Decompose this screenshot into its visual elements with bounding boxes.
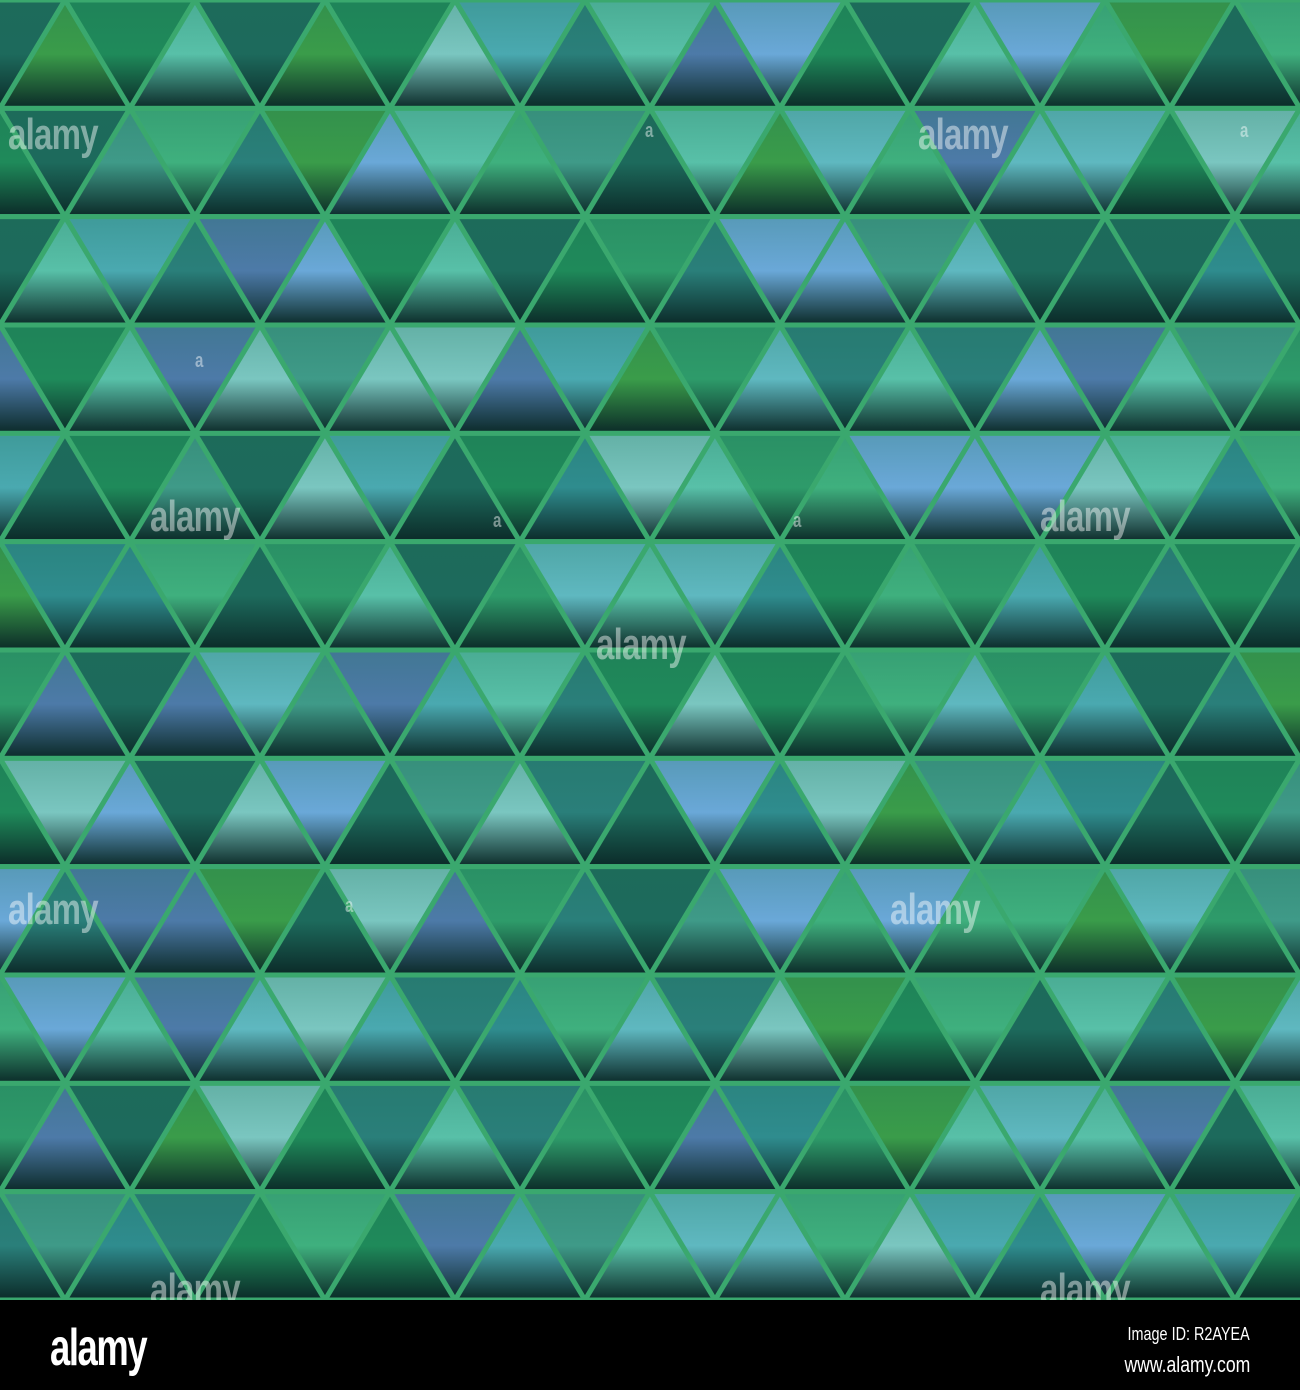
alamy-logo: alamy (50, 1319, 148, 1377)
watermark-small: a (195, 350, 203, 372)
watermark: alamy (918, 110, 1009, 159)
watermark: alamy (596, 620, 687, 669)
watermark: alamy (890, 885, 981, 934)
image-id: Image ID: R2AYEA (1127, 1324, 1250, 1344)
watermark-small: a (493, 510, 501, 532)
watermark: alamy (8, 110, 99, 159)
watermark: alamy (1040, 492, 1131, 541)
stock-image: alamy alamy alamy alamy alamy alamy alam… (0, 0, 1300, 1390)
watermark-small: a (1240, 120, 1248, 142)
watermark-small: a (645, 120, 653, 142)
website-link: www.alamy.com (1124, 1352, 1250, 1377)
watermark: alamy (150, 492, 241, 541)
watermark-small: a (345, 895, 353, 917)
watermark: alamy (8, 885, 99, 934)
footer-bar: alamy Image ID: R2AYEA www.alamy.com (0, 1300, 1300, 1390)
watermark-small: a (793, 510, 801, 532)
